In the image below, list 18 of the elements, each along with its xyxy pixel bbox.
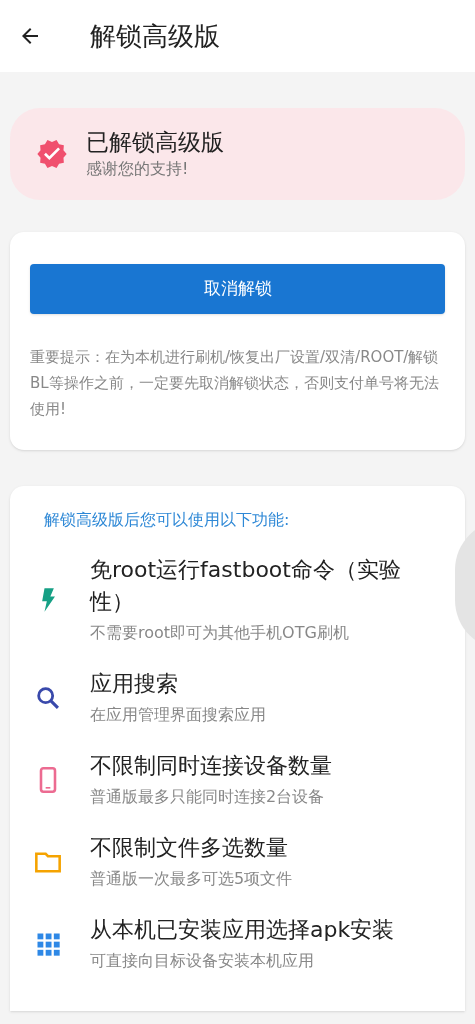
feature-title: 从本机已安装应用选择apk安装 — [90, 916, 395, 944]
feature-description: 普通版一次最多可选5项文件 — [90, 868, 293, 890]
feature-title: 不限制文件多选数量 — [90, 834, 289, 862]
status-title: 已解锁高级版 — [86, 128, 224, 157]
page-title: 解锁高级版 — [90, 19, 220, 53]
feature-title: 应用搜索 — [90, 670, 179, 698]
feature-title: 不限制同时连接设备数量 — [90, 752, 332, 780]
verified-badge-icon — [36, 138, 68, 170]
feature-description: 不需要root即可为其他手机OTG刷机 — [90, 622, 350, 644]
feature-title: 免root运行fastboot命令（实验性） — [90, 556, 402, 616]
cancel-unlock-button[interactable]: 取消解锁 — [30, 264, 445, 314]
feature-description: 可直接向目标设备安装本机应用 — [90, 950, 315, 972]
search-icon — [34, 684, 62, 712]
status-subtitle: 感谢您的支持! — [86, 158, 190, 180]
feature-description: 在应用管理界面搜索应用 — [90, 704, 266, 726]
warning-note: 重要提示：在为本机进行刷机/恢复出厂设置/双清/ROOT/解锁BL等操作之前，一定要先取消解锁状态，否则支付单号将无法使用! — [30, 347, 440, 420]
feature-description: 普通版最多只能同时连接2台设备 — [90, 786, 326, 808]
features-heading: 解锁高级版后您可以使用以下功能: — [44, 509, 291, 531]
